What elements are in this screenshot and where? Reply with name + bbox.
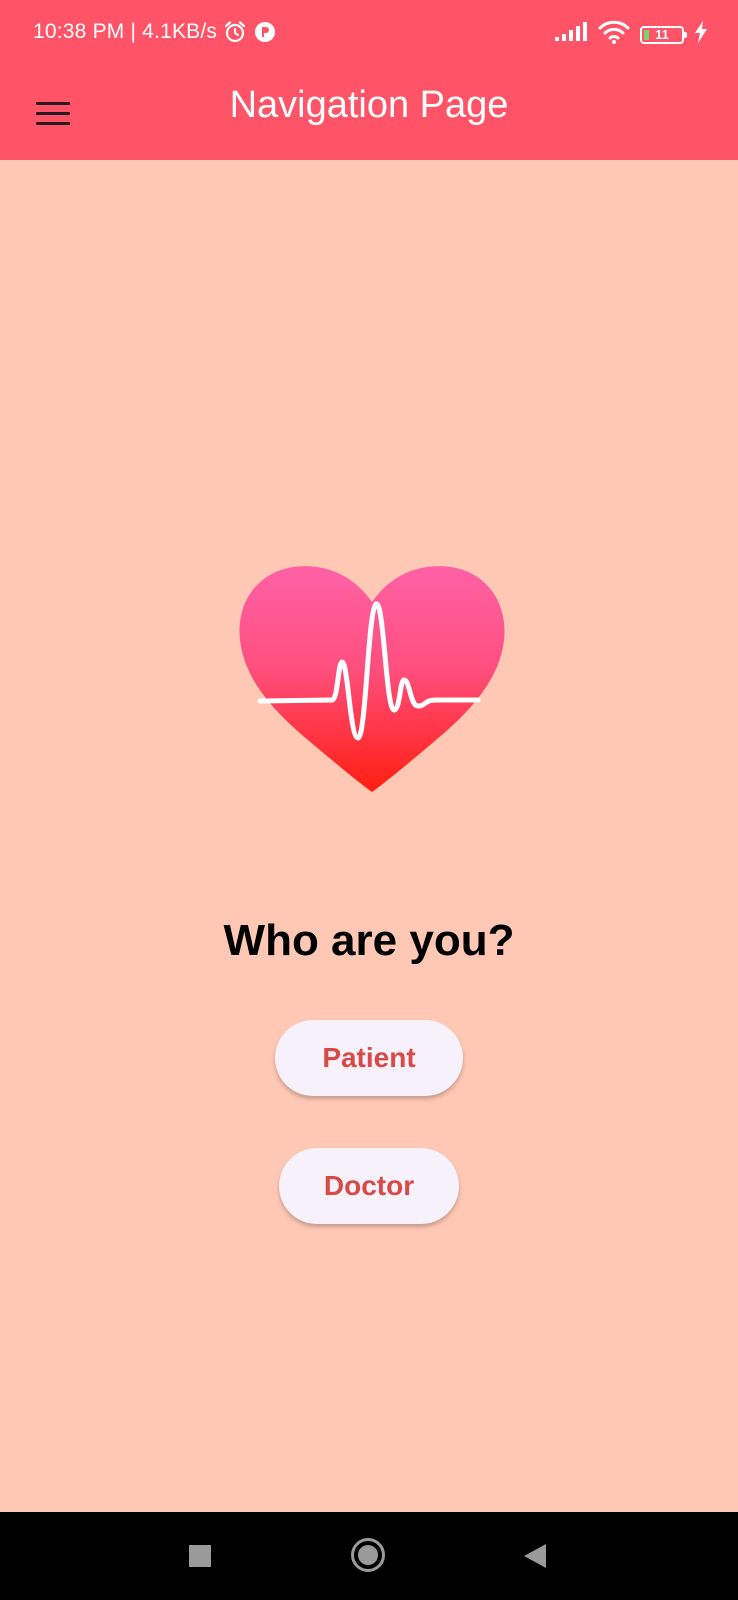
charging-icon [694, 21, 708, 48]
wifi-icon [598, 20, 630, 49]
recents-icon[interactable] [189, 1545, 211, 1567]
battery-level: 11 [655, 27, 669, 42]
main-content: Who are you? Patient Doctor [0, 160, 738, 1512]
role-question: Who are you? [223, 916, 515, 965]
status-time: 10:38 PM [33, 20, 125, 43]
doctor-button[interactable]: Doctor [279, 1148, 459, 1224]
network-speed: 4.1KB/s [142, 20, 218, 43]
alarm-icon [223, 20, 247, 44]
battery-fill [644, 29, 649, 40]
signal-icon [554, 22, 588, 47]
back-icon[interactable] [524, 1544, 546, 1568]
status-right: 11 [554, 20, 708, 49]
system-nav-bar [0, 1512, 738, 1600]
page-title: Navigation Page [229, 84, 509, 126]
status-separator: | [130, 20, 137, 43]
battery-icon: 11 [640, 25, 687, 44]
status-left: 10:38 PM | 4.1KB/s [33, 20, 277, 44]
home-icon[interactable] [351, 1538, 385, 1572]
toolbar: Navigation Page [0, 70, 738, 160]
app-notification-icon [253, 20, 277, 44]
app-bar: 10:38 PM | 4.1KB/s 11 Navigation Page [0, 0, 738, 160]
patient-button[interactable]: Patient [275, 1020, 463, 1096]
heart-pulse-icon [238, 560, 506, 800]
status-bar: 10:38 PM | 4.1KB/s 11 [0, 0, 738, 70]
